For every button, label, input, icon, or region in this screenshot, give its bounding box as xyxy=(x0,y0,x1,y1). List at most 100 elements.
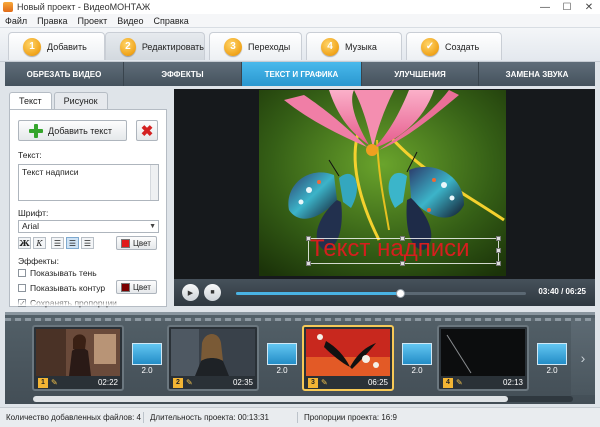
align-right-button[interactable]: ☰ xyxy=(81,237,94,249)
clip-duration: 02:35 xyxy=(232,378,253,387)
align-left-button[interactable]: ☰ xyxy=(51,237,64,249)
seek-progress xyxy=(236,292,402,295)
tab-effects[interactable]: ЭФФЕКТЫ xyxy=(124,62,242,86)
align-left-icon: ☰ xyxy=(53,238,62,248)
seek-handle[interactable] xyxy=(396,289,406,298)
storyboard-timeline: 1 ✎ 02:22 2.0 2 ✎ 02:35 2.0 3 ✎ 06:25 2.… xyxy=(5,312,595,404)
tab-text-graphics[interactable]: ТЕКСТ И ГРАФИКА xyxy=(242,62,362,86)
clip-2[interactable]: 2 ✎ 02:35 xyxy=(167,325,259,391)
checkmark-icon: ✓ xyxy=(421,37,439,56)
close-button[interactable]: ✕ xyxy=(578,0,600,14)
transition-3[interactable]: 2.0 xyxy=(402,343,432,375)
outline-checkbox[interactable]: Показывать контур xyxy=(18,283,105,293)
step-create[interactable]: ✓ Создать xyxy=(406,32,502,60)
step-transitions[interactable]: 3 Переходы xyxy=(209,32,302,60)
bold-button[interactable]: Ж xyxy=(18,237,31,249)
step-add[interactable]: 1 Добавить xyxy=(8,32,105,60)
delete-text-button[interactable]: ✖ xyxy=(136,120,158,141)
menu-bar: Файл Правка Проект Видео Справка xyxy=(0,14,600,28)
tab-enhancements[interactable]: УЛУЧШЕНИЯ xyxy=(362,62,479,86)
clip-4[interactable]: 4 ✎ 02:13 xyxy=(437,325,529,391)
clip-duration: 06:25 xyxy=(367,378,388,387)
resize-handle[interactable] xyxy=(496,261,501,266)
step-label: Редактировать xyxy=(141,41,204,52)
transition-2[interactable]: 2.0 xyxy=(267,343,297,375)
timeline-scrollbar[interactable] xyxy=(33,396,573,402)
outline-color-button[interactable]: Цвет xyxy=(116,280,157,294)
maximize-button[interactable]: ☐ xyxy=(556,0,578,14)
clip-thumbnail xyxy=(441,329,525,376)
seek-bar[interactable] xyxy=(236,289,526,298)
clip-3[interactable]: 3 ✎ 06:25 xyxy=(302,325,394,391)
play-icon: ▶ xyxy=(187,289,194,297)
align-right-icon: ☰ xyxy=(83,238,92,248)
minimize-button[interactable]: — xyxy=(534,0,556,14)
chevron-right-icon: › xyxy=(580,350,586,366)
add-text-button[interactable]: Добавить текст xyxy=(18,120,127,141)
text-input-scrollbar[interactable] xyxy=(150,165,158,200)
tab-image[interactable]: Рисунок xyxy=(53,92,108,109)
pencil-icon[interactable]: ✎ xyxy=(186,378,195,387)
tab-replace-sound[interactable]: ЗАМЕНА ЗВУКА xyxy=(479,62,595,86)
menu-help[interactable]: Справка xyxy=(149,16,194,26)
pencil-icon[interactable]: ✎ xyxy=(51,378,60,387)
tab-text[interactable]: Текст xyxy=(9,92,52,110)
tab-trim-video[interactable]: ОБРЕЗАТЬ ВИДЕО xyxy=(5,62,124,86)
text-input[interactable]: Текст надписи xyxy=(18,164,159,201)
time-display: 03:40 / 06:25 xyxy=(538,287,586,296)
transition-1[interactable]: 2.0 xyxy=(132,343,162,375)
status-bar: Количество добавленных файлов: 4 Длитель… xyxy=(0,407,600,427)
clip-thumbnail xyxy=(171,329,255,376)
resize-handle[interactable] xyxy=(496,248,501,253)
plus-icon xyxy=(29,123,43,138)
menu-file[interactable]: Файл xyxy=(0,16,32,26)
stop-icon: ■ xyxy=(210,289,215,296)
transition-4[interactable]: 2.0 xyxy=(537,343,567,375)
pencil-icon[interactable]: ✎ xyxy=(321,378,330,387)
transition-icon xyxy=(537,343,567,365)
transition-icon xyxy=(267,343,297,365)
window-title: Новый проект - ВидеоМОНТАЖ xyxy=(17,2,151,12)
text-label: Текст: xyxy=(18,150,42,160)
menu-video[interactable]: Видео xyxy=(112,16,148,26)
font-label: Шрифт: xyxy=(18,208,49,218)
resize-handle[interactable] xyxy=(496,236,501,241)
play-button[interactable]: ▶ xyxy=(182,284,199,301)
font-value: Arial xyxy=(22,221,40,231)
scrollbar-thumb[interactable] xyxy=(33,396,508,402)
clip-1[interactable]: 1 ✎ 02:22 xyxy=(32,325,124,391)
add-text-label: Добавить текст xyxy=(48,125,112,136)
text-color-button[interactable]: Цвет xyxy=(116,236,157,250)
app-icon xyxy=(3,2,13,12)
clip-index: 3 xyxy=(308,377,318,388)
menu-edit[interactable]: Правка xyxy=(32,16,72,26)
color-label: Цвет xyxy=(133,238,151,248)
transition-duration: 2.0 xyxy=(546,366,558,375)
chevron-down-icon: ▼ xyxy=(149,223,156,230)
pencil-icon[interactable]: ✎ xyxy=(456,378,465,387)
clip-index: 2 xyxy=(173,377,183,388)
scroll-right-button[interactable]: › xyxy=(571,321,595,395)
title-bar: Новый проект - ВидеоМОНТАЖ — ☐ ✕ xyxy=(0,0,600,14)
menu-project[interactable]: Проект xyxy=(73,16,113,26)
step-label: Создать xyxy=(445,41,480,52)
overlay-caption-text[interactable]: Текст надписи xyxy=(310,235,470,263)
align-center-button[interactable]: ☰ xyxy=(66,237,79,249)
shadow-checkbox[interactable]: Показывать тень xyxy=(18,268,97,278)
step-music[interactable]: 4 Музыка xyxy=(306,32,402,60)
font-select[interactable]: Arial ▼ xyxy=(18,220,159,233)
checkbox-box xyxy=(18,284,26,292)
clip-duration: 02:22 xyxy=(97,378,118,387)
text-properties-panel: Текст Рисунок Добавить текст ✖ Текст: Те… xyxy=(9,92,167,308)
italic-button[interactable]: К xyxy=(33,237,46,249)
video-preview[interactable]: Текст надписи xyxy=(174,89,595,279)
transition-duration: 2.0 xyxy=(276,366,288,375)
stop-button[interactable]: ■ xyxy=(204,284,221,301)
outline-label: Показывать контур xyxy=(30,283,106,293)
transition-duration: 2.0 xyxy=(411,366,423,375)
clip-thumbnail xyxy=(306,329,390,376)
step-edit[interactable]: 2 Редактировать xyxy=(105,32,205,60)
step-label: Добавить xyxy=(47,41,87,52)
transition-icon xyxy=(402,343,432,365)
status-duration: Длительность проекта: 00:13:31 xyxy=(150,413,269,422)
